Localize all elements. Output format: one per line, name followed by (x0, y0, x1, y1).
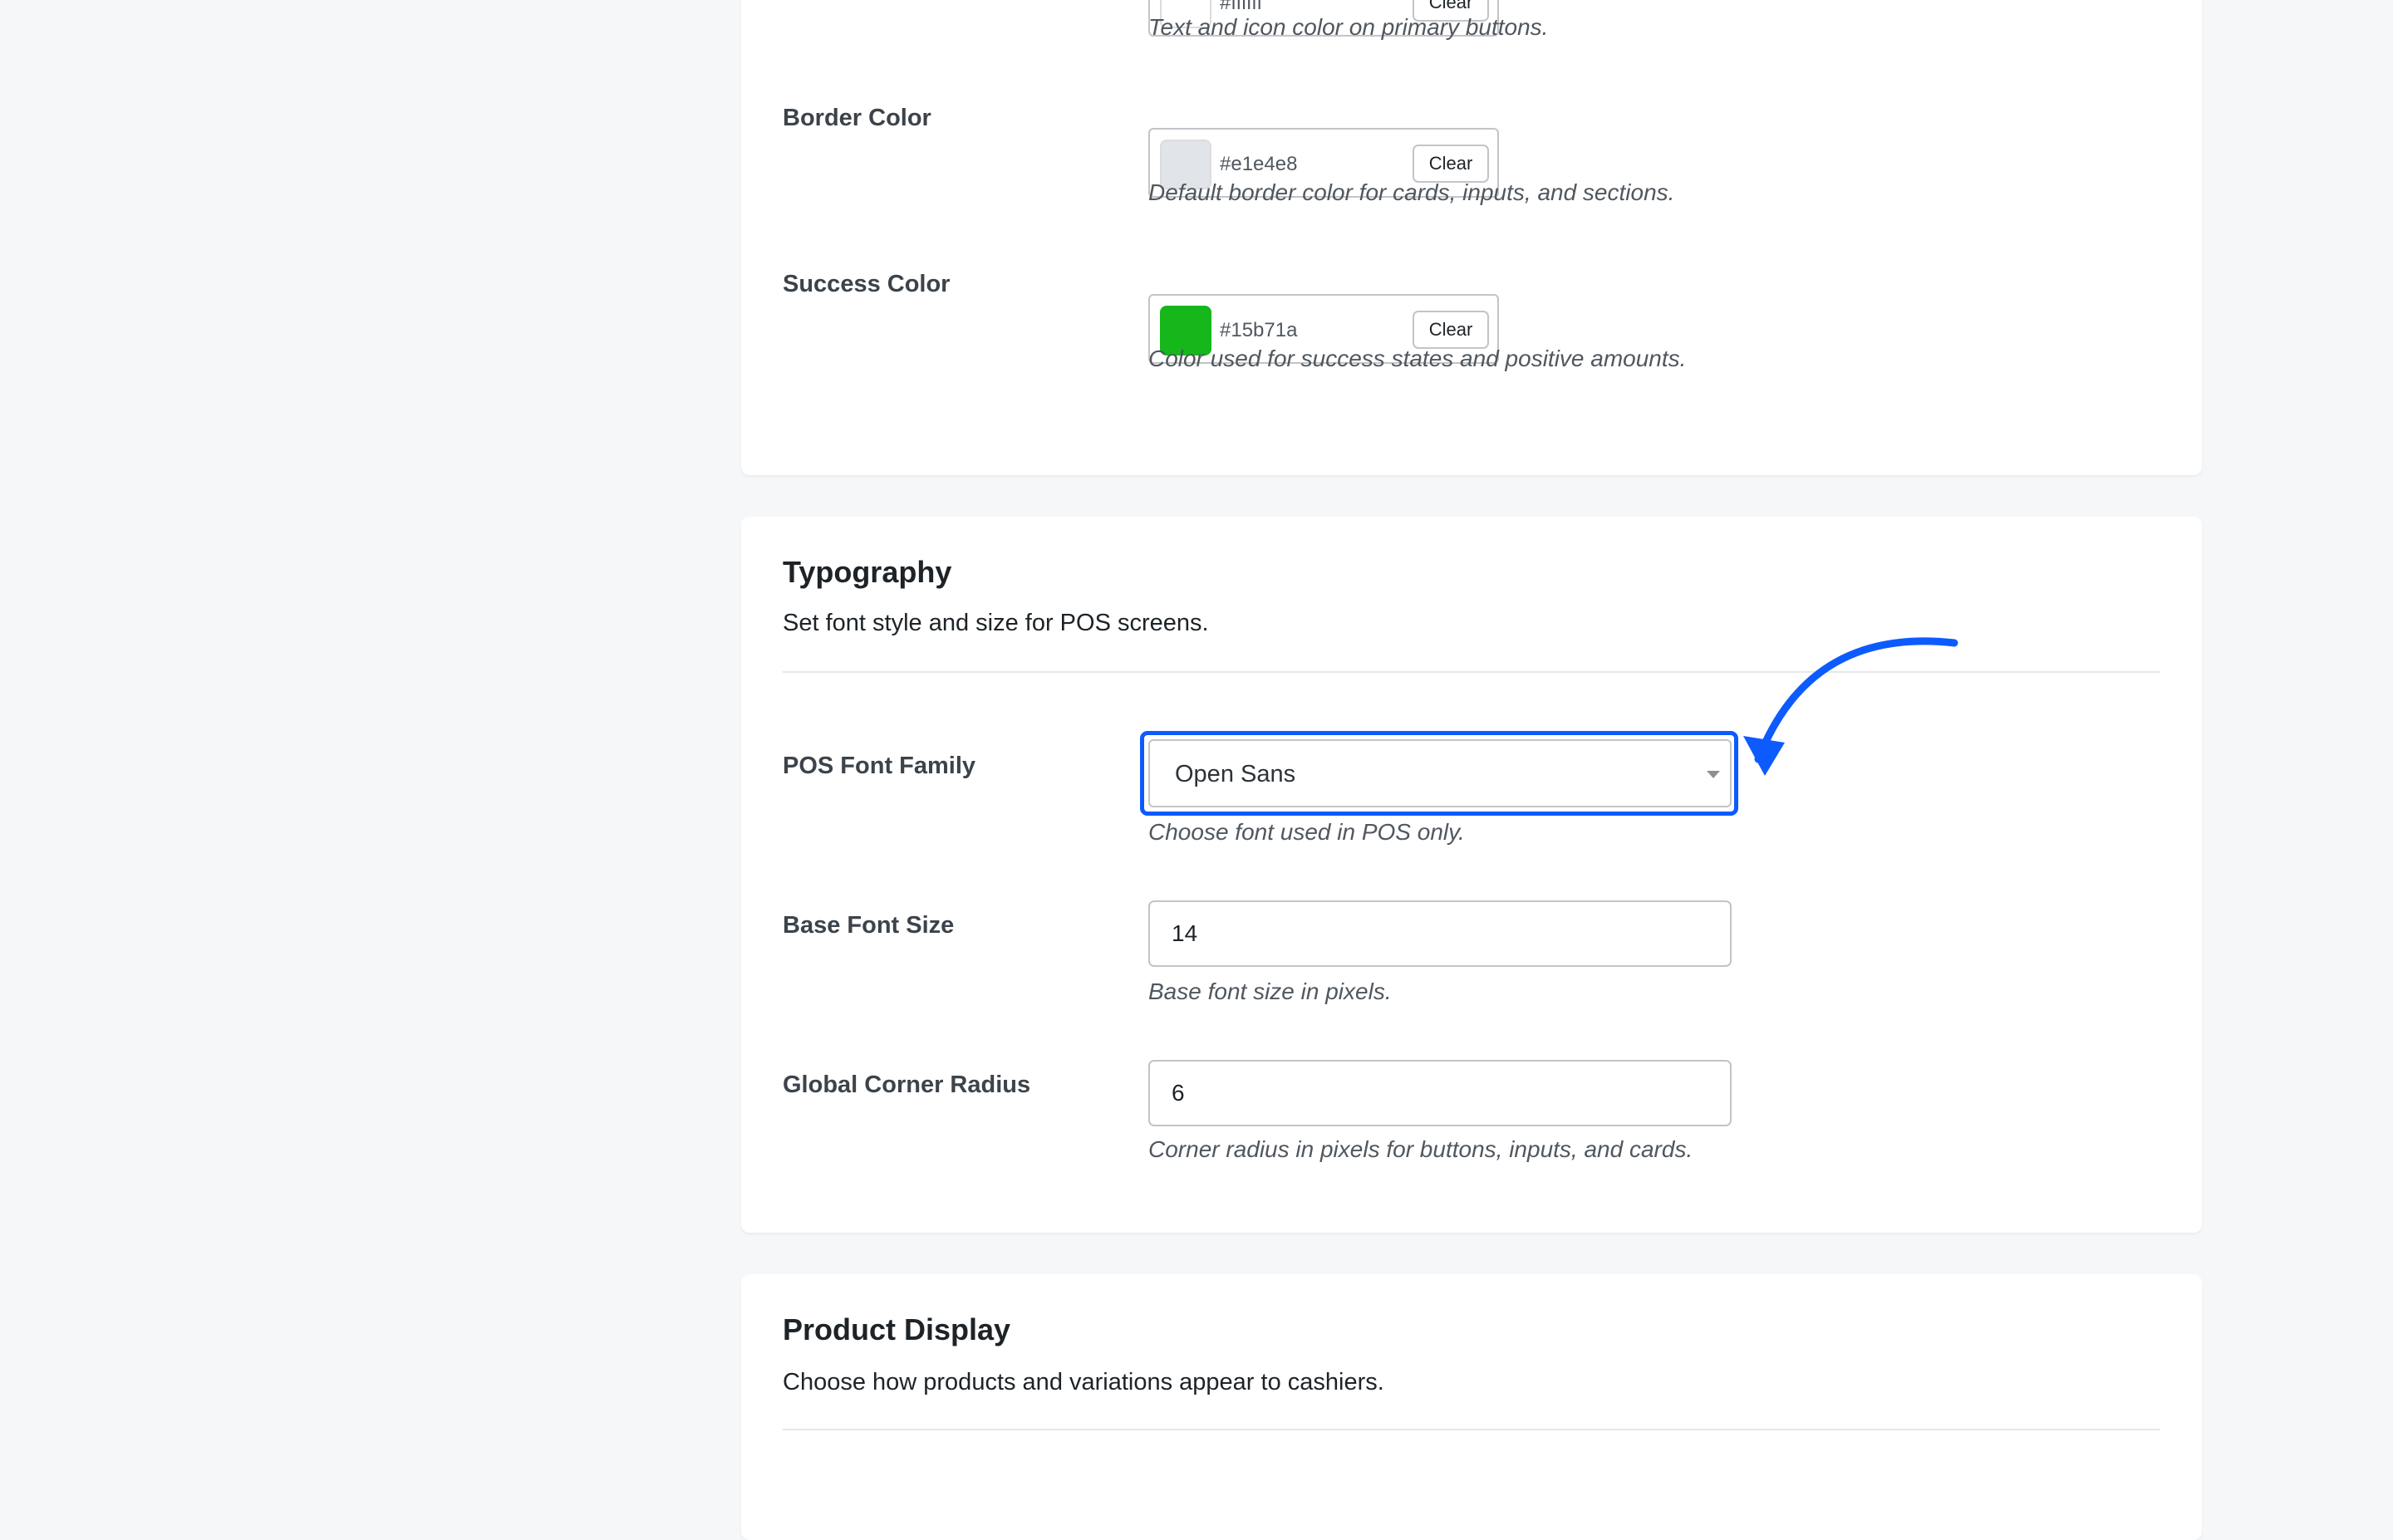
typography-settings-card: Typography Set font style and size for P… (741, 517, 2202, 1233)
global-corner-radius-label: Global Corner Radius (783, 1072, 1031, 1098)
product-display-section-subtitle: Choose how products and variations appea… (783, 1369, 1384, 1395)
pos-font-family-label: POS Font Family (783, 753, 976, 779)
border-color-description: Default border color for cards, inputs, … (1148, 179, 1675, 205)
border-color-clear-button[interactable]: Clear (1413, 145, 1489, 183)
base-font-size-description: Base font size in pixels. (1148, 978, 1392, 1004)
product-display-section-title: Product Display (783, 1312, 1011, 1346)
typography-section-subtitle: Set font style and size for POS screens. (783, 610, 1209, 636)
colors-settings-card: #ffffff Clear Text and icon color on pri… (741, 0, 2202, 475)
success-color-label: Success Color (783, 271, 951, 297)
border-color-hex[interactable]: #e1e4e8 (1220, 153, 1297, 176)
base-font-size-label: Base Font Size (783, 912, 955, 939)
success-color-clear-button[interactable]: Clear (1413, 311, 1489, 349)
typography-divider (783, 671, 2160, 673)
border-color-label: Border Color (783, 105, 931, 131)
button-text-color-hex[interactable]: #ffffff (1220, 0, 1262, 15)
pos-font-family-selected-value: Open Sans (1175, 761, 1296, 787)
success-color-description: Color used for success states and positi… (1148, 346, 1687, 371)
pos-font-family-description: Choose font used in POS only. (1148, 819, 1465, 845)
typography-section-title: Typography (783, 555, 952, 589)
base-font-size-input[interactable] (1148, 900, 1732, 967)
product-display-settings-card: Product Display Choose how products and … (741, 1274, 2202, 1540)
global-corner-radius-input[interactable] (1148, 1060, 1732, 1126)
success-color-hex[interactable]: #15b71a (1220, 319, 1297, 342)
product-display-divider (783, 1429, 2160, 1430)
global-corner-radius-description: Corner radius in pixels for buttons, inp… (1148, 1136, 1693, 1162)
button-text-color-description: Text and icon color on primary buttons. (1148, 14, 1549, 40)
caret-down-icon (1707, 771, 1720, 778)
pos-font-family-select[interactable]: Open Sans (1148, 739, 1732, 807)
